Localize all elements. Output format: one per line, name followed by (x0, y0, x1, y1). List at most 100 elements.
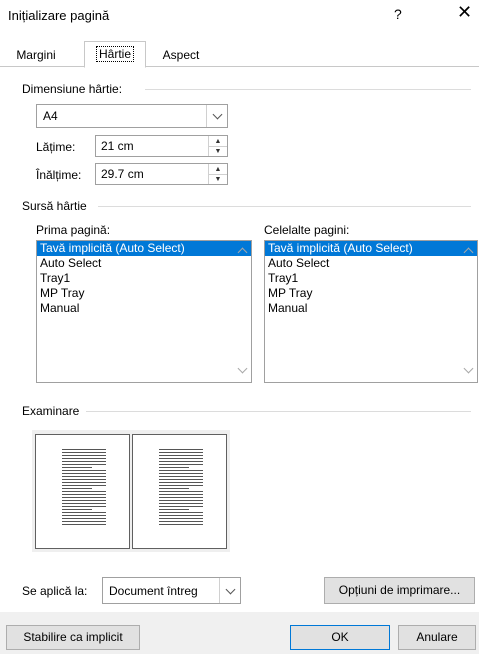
apply-to-select[interactable]: Document întreg (102, 577, 241, 604)
list-item[interactable]: Auto Select (265, 256, 477, 271)
cancel-button[interactable]: Anulare (398, 625, 476, 650)
tab-aspect[interactable]: Aspect (152, 44, 210, 66)
first-page-list[interactable]: Tavă implicită (Auto Select) Auto Select… (36, 240, 252, 383)
spin-down-icon[interactable]: ▼ (209, 146, 227, 156)
preview-text-line (62, 476, 106, 477)
tab-margini[interactable]: Margini (8, 44, 64, 66)
scroll-up-icon[interactable] (237, 247, 248, 258)
width-label: Lățime: (36, 140, 76, 154)
apply-to-value: Document întreg (109, 584, 198, 598)
preview-text-line (159, 452, 203, 453)
width-value[interactable]: 21 cm (101, 139, 134, 153)
preview-text-line (62, 497, 106, 498)
list-item[interactable]: Tavă implicită (Auto Select) (37, 241, 251, 256)
scrollbar[interactable] (460, 241, 477, 382)
divider (98, 206, 471, 207)
preview-text-line (159, 476, 203, 477)
preview-text-line (62, 470, 106, 471)
chevron-down-icon[interactable] (206, 105, 227, 127)
preview-page-right (132, 434, 227, 549)
scroll-up-icon[interactable] (463, 247, 474, 258)
preview-text-line (62, 491, 106, 492)
scroll-down-icon[interactable] (237, 363, 248, 374)
preview-text-line (159, 494, 203, 495)
apply-to-label: Se aplică la: (22, 584, 88, 598)
preview-text-line (62, 518, 106, 519)
list-item[interactable]: MP Tray (265, 286, 477, 301)
close-icon: ✕ (457, 2, 473, 22)
preview-text-line (62, 455, 106, 456)
list-item[interactable]: Tray1 (265, 271, 477, 286)
preview-text-line (62, 506, 106, 507)
tab-hartie[interactable]: Hârtie (84, 41, 146, 68)
height-stepper[interactable]: 29.7 cm ▲ ▼ (95, 163, 228, 185)
paper-size-value: A4 (43, 109, 58, 123)
preview-text-line (159, 497, 203, 498)
preview-text-line (159, 491, 203, 492)
preview-text-line (159, 470, 203, 471)
preview-text-line (62, 458, 106, 459)
list-item[interactable]: Manual (265, 301, 477, 316)
preview-text-line (159, 464, 203, 465)
list-item[interactable]: Auto Select (37, 256, 251, 271)
spin-down-icon[interactable]: ▼ (209, 174, 227, 184)
width-stepper[interactable]: 21 cm ▲ ▼ (95, 135, 228, 157)
preview-label: Examinare (22, 404, 80, 418)
preview-text-line (62, 509, 92, 510)
preview-text-line (62, 479, 106, 480)
divider (86, 411, 471, 412)
first-page-label: Prima pagină: (36, 223, 111, 237)
preview-text-line (159, 503, 203, 504)
close-button[interactable]: ✕ (457, 3, 472, 21)
list-item[interactable]: Tray1 (37, 271, 251, 286)
list-item[interactable]: MP Tray (37, 286, 251, 301)
list-item[interactable]: Manual (37, 301, 251, 316)
preview-text-line (62, 461, 106, 462)
preview-text-line (62, 482, 106, 483)
scrollbar[interactable] (234, 241, 251, 382)
preview-text-line (159, 509, 189, 510)
preview-text-line (62, 473, 106, 474)
preview-text-line (62, 494, 106, 495)
other-pages-label: Celelalte pagini: (264, 223, 350, 237)
preview-text-line (159, 485, 203, 486)
other-pages-list[interactable]: Tavă implicită (Auto Select) Auto Select… (264, 240, 478, 383)
preview-text-line (159, 500, 203, 501)
preview-text-line (159, 467, 189, 468)
preview-text-line (159, 449, 203, 450)
preview-text-line (62, 464, 106, 465)
preview-text-line (62, 524, 106, 525)
preview-text-line (159, 506, 203, 507)
preview-text-line (62, 488, 92, 489)
preview-text-line (62, 515, 106, 516)
preview-text-line (62, 485, 106, 486)
dialog-title: Inițializare pagină (8, 8, 110, 23)
preview-text-line (62, 512, 106, 513)
set-default-button[interactable]: Stabilire ca implicit (6, 625, 140, 650)
preview-text-line (159, 458, 203, 459)
chevron-down-icon[interactable] (219, 578, 240, 603)
preview-text-line (62, 449, 106, 450)
help-button[interactable]: ? (394, 6, 402, 22)
preview-page-left (35, 434, 130, 549)
paper-source-label: Sursă hârtie (22, 199, 87, 213)
preview-text-line (62, 503, 106, 504)
preview-text-line (159, 473, 203, 474)
preview-text-line (159, 461, 203, 462)
height-value[interactable]: 29.7 cm (101, 167, 144, 181)
preview-text-line (62, 467, 92, 468)
tab-hartie-label: Hârtie (95, 46, 134, 62)
preview-text-line (159, 518, 203, 519)
preview-area (32, 430, 230, 552)
print-options-button[interactable]: Opțiuni de imprimare... (324, 577, 475, 604)
ok-button[interactable]: OK (290, 625, 390, 650)
scroll-down-icon[interactable] (463, 363, 474, 374)
preview-text-line (159, 482, 203, 483)
paper-size-label: Dimensiune hârtie: (22, 82, 123, 96)
paper-size-select[interactable]: A4 (36, 104, 228, 128)
preview-text-line (159, 521, 203, 522)
preview-text-line (159, 479, 203, 480)
preview-text-line (159, 488, 189, 489)
list-item[interactable]: Tavă implicită (Auto Select) (265, 241, 477, 256)
preview-text-line (62, 521, 106, 522)
